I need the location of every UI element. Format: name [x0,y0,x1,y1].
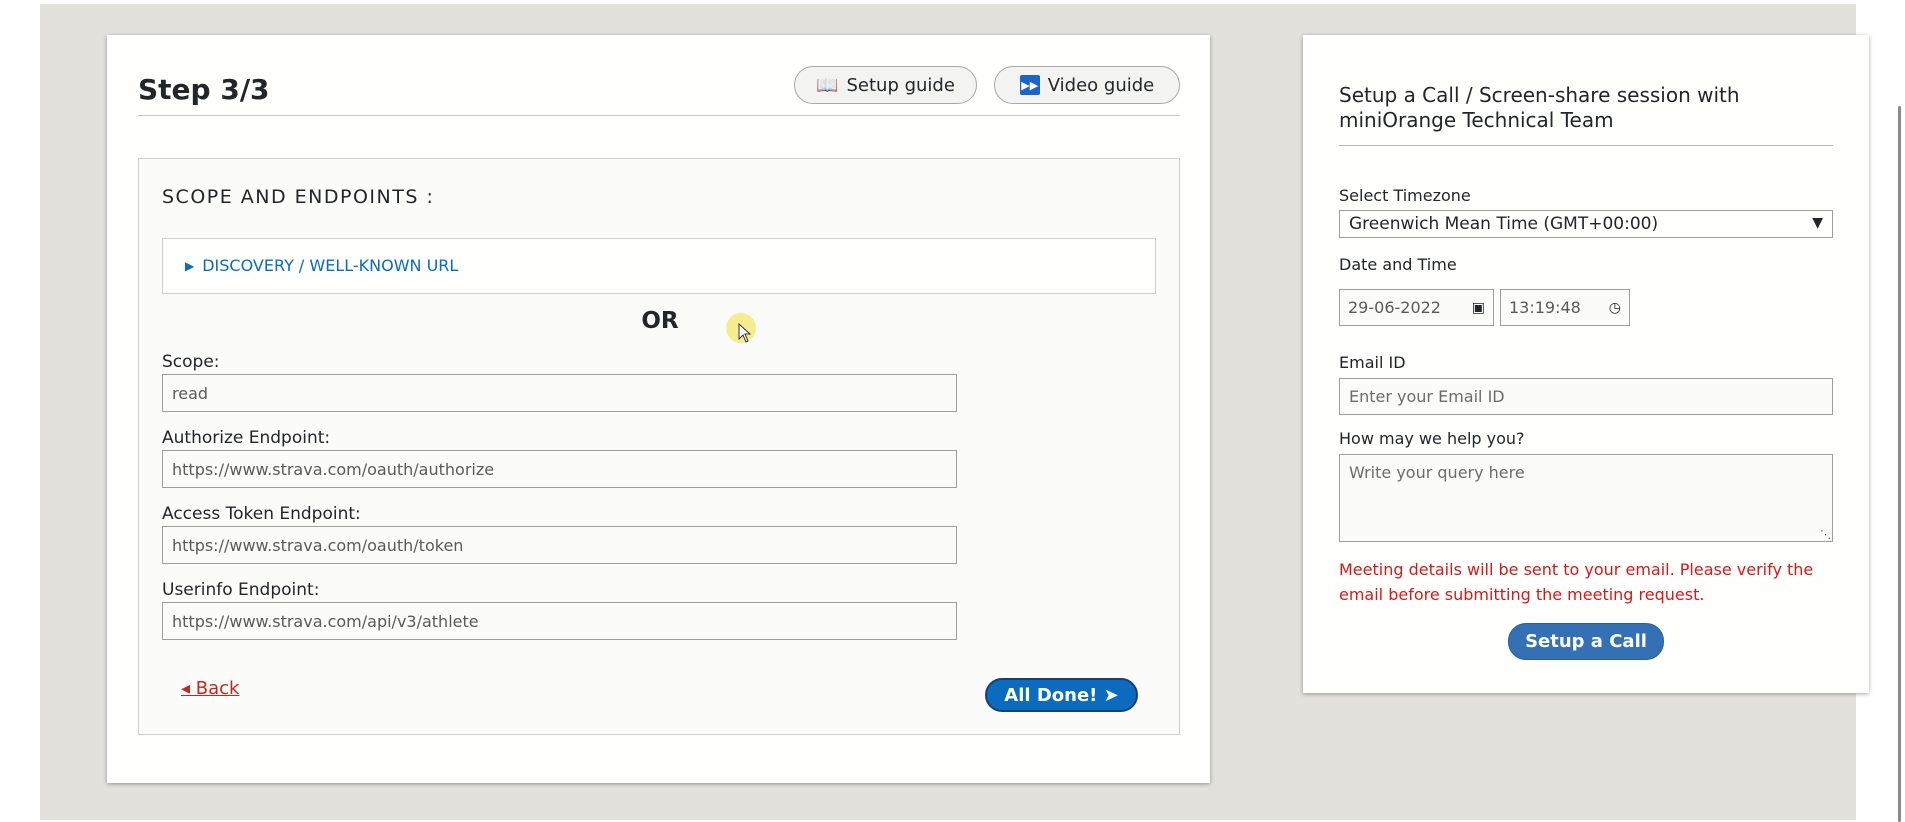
all-done-button[interactable]: All Done! ➤ [985,678,1138,712]
email-field[interactable]: Enter your Email ID [1339,378,1833,415]
authorize-endpoint-label: Authorize Endpoint: [162,428,331,448]
back-link[interactable]: ◂ Back [181,678,239,699]
play-icon: ▶▶ [1019,75,1040,95]
scope-input[interactable] [162,374,957,412]
date-value: 29-06-2022 [1348,298,1441,317]
chevron-down-icon: ▼ [1812,215,1823,231]
title-divider [138,115,1180,116]
video-guide-label: Video guide [1047,74,1155,96]
clock-icon[interactable]: ◷ [1609,300,1621,316]
userinfo-endpoint-input[interactable] [162,602,957,640]
setup-call-button[interactable]: Setup a Call [1508,623,1664,660]
userinfo-endpoint-label: Userinfo Endpoint: [162,580,320,600]
discovery-panel: ▶ DISCOVERY / WELL-KNOWN URL [162,238,1156,294]
section-heading: SCOPE AND ENDPOINTS : [162,186,435,208]
time-input[interactable]: 13:19:48 ◷ [1500,289,1630,326]
timezone-label: Select Timezone [1339,186,1471,205]
calendar-icon[interactable]: ▣ [1472,300,1485,316]
resize-handle-icon[interactable]: ⋱ [1820,529,1831,540]
email-label: Email ID [1339,353,1406,372]
query-textarea[interactable]: Write your query here ⋱ [1339,454,1833,542]
mouse-cursor-icon [738,323,752,343]
email-placeholder: Enter your Email ID [1349,387,1505,406]
timezone-select[interactable]: Greenwich Mean Time (GMT+00:00) ▼ [1339,210,1833,238]
timezone-value: Greenwich Mean Time (GMT+00:00) [1349,214,1659,234]
access-token-endpoint-input[interactable] [162,526,957,564]
scope-label: Scope: [162,352,220,372]
setup-guide-button[interactable]: 📖 Setup guide [794,66,977,104]
page-title: Step 3/3 [138,73,270,106]
query-label: How may we help you? [1339,429,1525,448]
scrollbar-track[interactable] [1884,0,1905,822]
endpoints-section: SCOPE AND ENDPOINTS : ▶ DISCOVERY / WELL… [138,158,1180,735]
date-input[interactable]: 29-06-2022 ▣ [1339,289,1494,326]
setup-guide-label: Setup guide [846,74,955,96]
scrollbar-thumb[interactable] [1898,106,1901,822]
step-card: Step 3/3 📖 Setup guide ▶▶ Video guide SC… [107,35,1210,783]
discovery-toggle[interactable]: ▶ DISCOVERY / WELL-KNOWN URL [185,256,458,275]
datetime-label: Date and Time [1339,255,1457,274]
warning-message: Meeting details will be sent to your ema… [1339,560,1814,604]
discovery-label: DISCOVERY / WELL-KNOWN URL [202,256,459,275]
triangle-right-icon: ▶ [185,258,195,273]
book-icon: 📖 [816,74,839,96]
page-background: Step 3/3 📖 Setup guide ▶▶ Video guide SC… [40,4,1869,820]
video-guide-button[interactable]: ▶▶ Video guide [994,66,1180,104]
call-title: Setup a Call / Screen-share session with… [1339,83,1740,132]
authorize-endpoint-input[interactable] [162,450,957,488]
call-divider [1339,145,1833,146]
access-token-endpoint-label: Access Token Endpoint: [162,504,361,524]
time-value: 13:19:48 [1509,298,1581,317]
query-placeholder: Write your query here [1349,463,1525,482]
or-separator: OR [641,308,679,334]
setup-call-card: Setup a Call / Screen-share session with… [1303,35,1869,693]
